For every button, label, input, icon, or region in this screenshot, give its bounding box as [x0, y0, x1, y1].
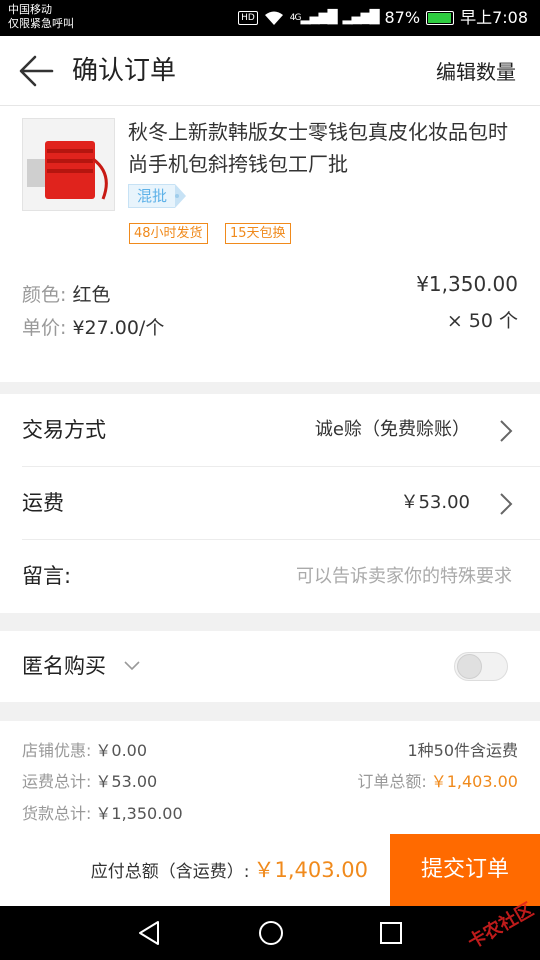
store-discount-label: 店铺优惠: — [22, 741, 92, 760]
nav-home-icon[interactable] — [257, 919, 285, 947]
nav-back-icon[interactable] — [136, 919, 162, 947]
unit-price-value: ¥27.00/个 — [72, 317, 165, 339]
goods-total-value: ￥1,350.00 — [95, 804, 183, 823]
toggle-knob — [457, 654, 482, 679]
product-image[interactable] — [22, 118, 115, 211]
order-summary: 店铺优惠: ￥0.00 运费总计: ￥53.00 货款总计: ￥1,350.00 1种… — [0, 721, 540, 834]
anonymous-label[interactable]: 匿名购买 — [22, 651, 106, 681]
product-name[interactable]: 秋冬上新款韩版女士零钱包真皮化妆品包时尚手机包斜挎钱包工厂批 — [128, 116, 520, 180]
payable-amount: ￥1,403.00 — [253, 858, 368, 882]
app-header: 确认订单 编辑数量 — [0, 36, 540, 106]
trade-method-row[interactable]: 交易方式 诚e赊（免费赊账） — [0, 394, 540, 467]
unit-price-label: 单价: — [22, 317, 67, 339]
goods-total: 货款总计: ￥1,350.00 — [22, 803, 183, 825]
status-bar: 中国移动 仅限紧急呼叫 HD 4G▂▄▆█ ▂▄▆█ 87% 早上7:08 — [0, 0, 540, 36]
page-title: 确认订单 — [72, 56, 177, 86]
mixed-batch-tag: 混批 — [128, 184, 187, 208]
product-color: 颜色: 红色 — [22, 281, 110, 309]
trade-method-label: 交易方式 — [22, 418, 106, 442]
ship-48h-badge: 48小时发货 — [129, 223, 208, 244]
shipping-label: 运费 — [22, 491, 64, 515]
color-value: 红色 — [72, 284, 111, 306]
product-unit-price: 单价: ¥27.00/个 — [22, 314, 164, 342]
payable-total: 应付总额（含运费）: ￥1,403.00 — [91, 856, 368, 886]
shipping-total-value: ￥53.00 — [95, 772, 158, 791]
checkout-bar: 应付总额（含运费）: ￥1,403.00 提交订单 — [0, 834, 540, 906]
clock: 早上7:08 — [460, 8, 528, 27]
battery-percent: 87% — [384, 8, 421, 27]
submit-order-button[interactable]: 提交订单 — [390, 834, 540, 906]
item-count: 1种50件含运费 — [407, 741, 518, 760]
battery-icon — [426, 11, 455, 25]
exchange-15d-badge: 15天包换 — [225, 223, 291, 244]
order-total: 订单总额: ￥1,403.00 — [357, 771, 518, 793]
store-discount-value: ￥0.00 — [95, 741, 148, 760]
order-total-value: ￥1,403.00 — [430, 772, 518, 791]
color-label: 颜色: — [22, 284, 67, 306]
order-options: 交易方式 诚e赊（免费赊账） 运费 ￥53.00 留言: 可以告诉卖家你的特殊要… — [0, 394, 540, 613]
shipping-value: ￥53.00 — [400, 492, 470, 513]
chevron-right-icon — [500, 420, 513, 442]
trade-method-value: 诚e赊（免费赊账） — [314, 419, 470, 440]
carrier-name: 中国移动 — [8, 3, 52, 16]
back-arrow-icon[interactable] — [18, 54, 54, 88]
shipping-row[interactable]: 运费 ￥53.00 — [0, 467, 540, 540]
product-card: 秋冬上新款韩版女士零钱包真皮化妆品包时尚手机包斜挎钱包工厂批 混批 48小时发货… — [0, 106, 540, 382]
goods-total-label: 货款总计: — [22, 804, 92, 823]
message-row[interactable]: 留言: 可以告诉卖家你的特殊要求 — [0, 540, 540, 613]
carrier-note: 仅限紧急呼叫 — [8, 17, 74, 30]
hd-icon: HD — [238, 11, 258, 25]
anonymous-purchase-row: 匿名购买 — [0, 631, 540, 702]
red-wallet-image — [23, 119, 114, 210]
anonymous-toggle[interactable] — [454, 652, 508, 681]
signal-icon-2: ▂▄▆█ — [342, 10, 380, 25]
payable-label: 应付总额（含运费）: — [90, 862, 250, 882]
order-total-label: 订单总额: — [357, 772, 427, 791]
shipping-total: 运费总计: ￥53.00 — [22, 771, 157, 793]
wifi-icon — [264, 11, 283, 25]
chevron-right-icon — [500, 493, 513, 515]
status-icons: HD 4G▂▄▆█ ▂▄▆█ 87% 早上7:08 — [238, 8, 528, 28]
carrier-info: 中国移动 仅限紧急呼叫 — [8, 3, 74, 31]
store-discount: 店铺优惠: ￥0.00 — [22, 740, 147, 762]
product-quantity: × 50 个 — [446, 310, 518, 332]
shipping-total-label: 运费总计: — [22, 772, 92, 791]
signal-icon: 4G▂▄▆█ — [289, 10, 338, 25]
message-input[interactable]: 可以告诉卖家你的特殊要求 — [296, 564, 512, 590]
edit-quantity-button[interactable]: 编辑数量 — [436, 58, 516, 86]
nav-recents-icon[interactable] — [378, 919, 404, 947]
message-label: 留言: — [22, 564, 72, 588]
chevron-down-icon[interactable] — [124, 661, 140, 671]
system-nav-bar: 卡农社区 — [0, 899, 540, 960]
product-subtotal: ¥1,350.00 — [416, 272, 518, 296]
